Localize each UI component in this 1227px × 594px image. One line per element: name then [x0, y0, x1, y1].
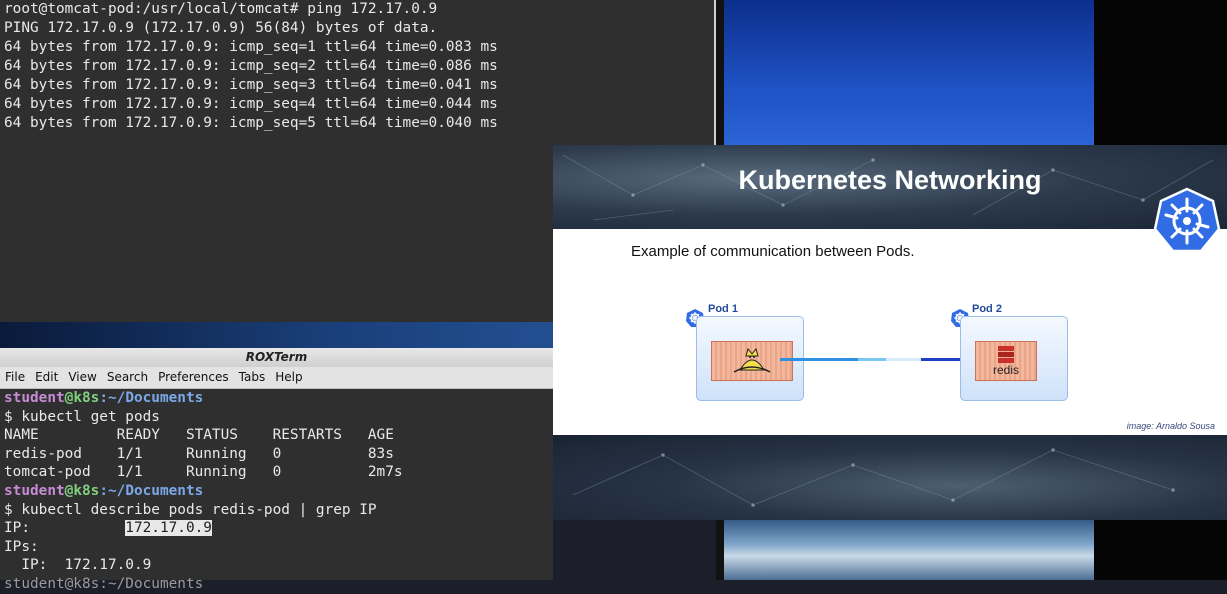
menu-tabs[interactable]: Tabs [234, 367, 271, 388]
terminal-line: root@tomcat-pod:/usr/local/tomcat# ping … [4, 1, 438, 17]
tomcat-container [711, 341, 793, 381]
slide-header-background: Kubernetes Networking [553, 145, 1227, 229]
roxterm-window[interactable]: ROXTerm File Edit View Search Preference… [0, 348, 553, 592]
slide-footer-background [553, 435, 1227, 520]
partial-prompt: student@k8s:~/Documents [4, 575, 204, 592]
roxterm-titlebar[interactable]: ROXTerm [0, 348, 553, 367]
shell-prompt: student@k8s:~/Documents [4, 482, 204, 499]
command-line: $ kubectl get pods [4, 408, 160, 425]
redis-label: redis [992, 363, 1019, 377]
terminal-line: 64 bytes from 172.17.0.9: icmp_seq=4 ttl… [4, 96, 498, 112]
tomcat-logo-icon [733, 347, 771, 373]
ips-value-line: IP: 172.17.0.9 [4, 557, 152, 574]
image-credit: image: Arnaldo Sousa [1126, 421, 1215, 431]
slide-title: Kubernetes Networking [738, 165, 1042, 195]
pod2-label: Pod 2 [972, 303, 1002, 315]
desktop-wallpaper-bottom [724, 520, 1094, 580]
shell-prompt: student@k8s:~/Documents [4, 390, 204, 406]
pod2-box: redis [960, 316, 1068, 401]
terminal-line: 64 bytes from 172.17.0.9: icmp_seq=3 ttl… [4, 77, 498, 93]
desktop-black-area [1094, 520, 1227, 580]
menu-search[interactable]: Search [102, 367, 153, 388]
menu-view[interactable]: View [63, 367, 101, 388]
menu-preferences[interactable]: Preferences [153, 367, 234, 388]
slide-subtitle: Example of communication between Pods. [631, 243, 915, 260]
table-row: redis-pod 1/1 Running 0 83s [4, 445, 394, 462]
terminal-line: 64 bytes from 172.17.0.9: icmp_seq=1 ttl… [4, 39, 498, 55]
selected-ip-text[interactable]: 172.17.0.9 [125, 520, 212, 537]
network-link-segment [858, 358, 886, 361]
presentation-slide: Kubernetes Networking Example of communi… [553, 145, 1227, 520]
roxterm-menubar: File Edit View Search Preferences Tabs H… [0, 367, 553, 389]
terminal-line: PING 172.17.0.9 (172.17.0.9) 56(84) byte… [4, 20, 438, 36]
menu-edit[interactable]: Edit [30, 367, 63, 388]
table-header: NAME READY STATUS RESTARTS AGE [4, 427, 394, 444]
desktop-wallpaper-top [724, 0, 1094, 145]
redis-container: redis [975, 341, 1037, 381]
kubernetes-logo-icon [1153, 187, 1221, 253]
menu-help[interactable]: Help [270, 367, 307, 388]
ip-output-line: IP: 172.17.0.9 [4, 520, 212, 537]
network-link-segment [886, 358, 921, 361]
terminal-line: 64 bytes from 172.17.0.9: icmp_seq=5 ttl… [4, 115, 498, 131]
network-web-decoration [572, 448, 1175, 507]
command-line: $ kubectl describe pods redis-pod | grep… [4, 501, 377, 518]
ips-output-line: IPs: [4, 538, 39, 555]
desktop-wallpaper-strip [0, 322, 553, 350]
slide-content-area: Example of communication between Pods. P… [553, 229, 1227, 435]
desktop-black-area [1094, 0, 1227, 145]
terminal-line: 64 bytes from 172.17.0.9: icmp_seq=2 ttl… [4, 58, 498, 74]
table-row: tomcat-pod 1/1 Running 0 2m7s [4, 464, 403, 481]
menu-file[interactable]: File [0, 367, 30, 388]
roxterm-terminal-body[interactable]: student@k8s:~/Documents $ kubectl get po… [0, 389, 553, 594]
network-link-segment [780, 358, 858, 361]
pod1-label: Pod 1 [708, 303, 738, 315]
